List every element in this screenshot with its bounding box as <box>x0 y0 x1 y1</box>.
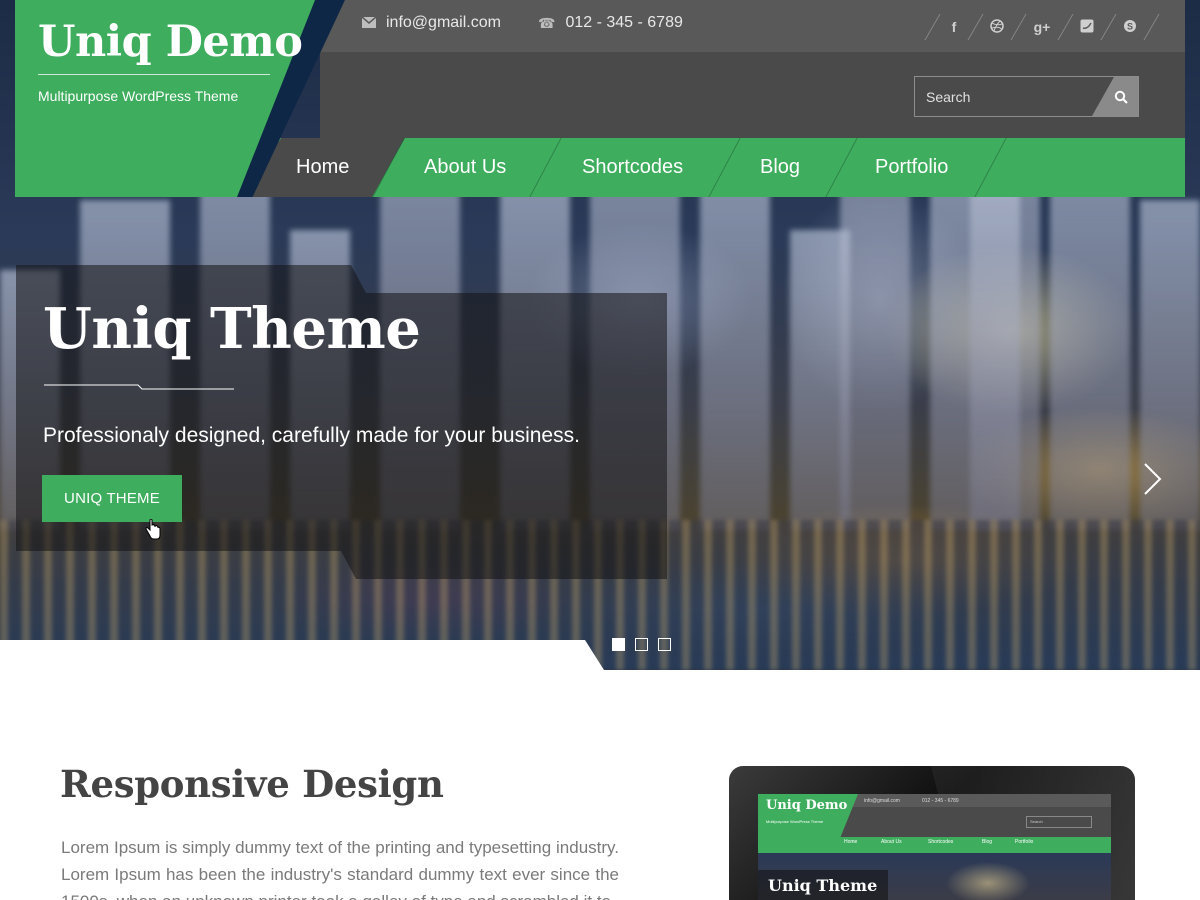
envelope-icon <box>361 15 377 31</box>
nav-item-blog[interactable]: Blog <box>760 138 800 197</box>
dribbble-icon[interactable] <box>989 18 1005 36</box>
google-plus-icon[interactable]: g+ <box>1032 19 1052 35</box>
slide-subtitle: Professionaly designed, carefully made f… <box>43 424 580 447</box>
slide-cta-button[interactable]: UNIQ THEME <box>42 475 182 522</box>
top-bar: info@gmail.com ☎ 012 - 345 - 6789 f g+ S <box>320 0 1185 52</box>
skype-icon[interactable]: S <box>1122 19 1138 36</box>
svg-text:S: S <box>1127 21 1133 31</box>
slider-dot-2[interactable] <box>635 638 648 651</box>
twitter-icon[interactable] <box>1079 19 1095 36</box>
slider-dot-3[interactable] <box>658 638 671 651</box>
phone-text: 012 - 345 - 6789 <box>565 14 683 31</box>
facebook-icon[interactable]: f <box>946 19 962 35</box>
mockup-slide-title: Uniq Theme <box>768 876 878 895</box>
next-slide-arrow-icon[interactable] <box>1140 462 1164 496</box>
tablet-screen: Uniq Demo Multipurpose WordPress Theme i… <box>758 794 1111 900</box>
mockup-nav-shortcodes: Shortcodes <box>928 839 954 845</box>
mockup-search: Search <box>1026 816 1092 828</box>
slider-pagination <box>612 638 671 651</box>
mockup-phone: 012 - 345 - 6789 <box>922 798 959 804</box>
section-title: Responsive Design <box>60 762 444 806</box>
email-text: info@gmail.com <box>386 14 501 31</box>
site-title[interactable]: Uniq Demo <box>38 17 303 67</box>
social-links: f g+ S <box>919 12 1165 42</box>
mockup-nav-portfolio: Portfolio <box>1015 839 1034 845</box>
site-tagline: Multipurpose WordPress Theme <box>38 88 239 104</box>
mockup-site-title: Uniq Demo <box>766 798 848 813</box>
mockup-email: info@gmail.com <box>864 798 900 804</box>
mockup-tagline: Multipurpose WordPress Theme <box>766 819 824 824</box>
phone-contact[interactable]: ☎ 012 - 345 - 6789 <box>538 14 683 32</box>
slide-title: Uniq Theme <box>43 296 421 362</box>
nav-item-portfolio[interactable]: Portfolio <box>875 138 948 197</box>
search-box <box>914 76 1139 117</box>
section-text: Lorem Ipsum is simply dummy text of the … <box>61 838 619 900</box>
hero-bottom-edge <box>0 640 1200 670</box>
search-icon <box>1114 90 1128 104</box>
email-contact[interactable]: info@gmail.com <box>361 14 501 32</box>
slide-title-divider <box>44 384 234 390</box>
phone-icon: ☎ <box>538 14 556 31</box>
nav-item-home[interactable]: Home <box>296 138 349 197</box>
search-input[interactable] <box>915 77 1105 116</box>
hand-cursor-icon <box>145 519 161 540</box>
slider-dot-1[interactable] <box>612 638 625 651</box>
mockup-nav-about: About Us <box>881 839 902 845</box>
mockup-nav-home: Home <box>844 839 858 845</box>
title-divider <box>38 74 270 75</box>
mockup-nav-blog: Blog <box>982 839 993 845</box>
nav-item-about-us[interactable]: About Us <box>424 138 506 197</box>
nav-item-shortcodes[interactable]: Shortcodes <box>582 138 683 197</box>
